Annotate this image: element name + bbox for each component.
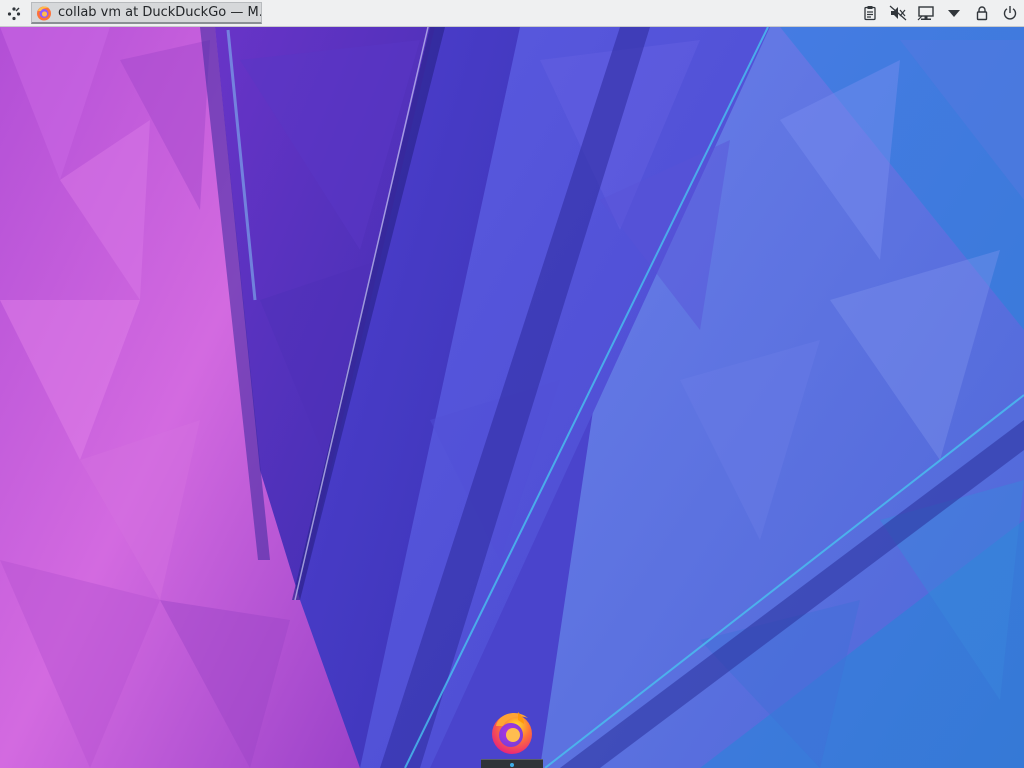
firefox-icon [37,6,51,20]
desktop: collab vm at DuckDuckGo — M... [0,0,1024,768]
tray-expand-icon[interactable] [940,0,968,26]
network-icon[interactable] [912,0,940,26]
desktop-wallpaper [0,0,1024,768]
application-launcher-icon[interactable] [0,0,28,26]
running-indicator-dot [510,763,514,767]
top-panel: collab vm at DuckDuckGo — M... [0,0,1024,27]
clipboard-icon[interactable] [856,0,884,26]
power-icon[interactable] [996,0,1024,26]
firefox-icon [492,712,532,754]
volume-muted-icon[interactable] [884,0,912,26]
dock-active-indicator [481,759,543,768]
taskbar-item-title: collab vm at DuckDuckGo — M... [58,5,261,20]
taskbar-item-firefox[interactable]: collab vm at DuckDuckGo — M... [31,2,262,24]
dock-item-firefox[interactable] [487,706,537,758]
system-tray [856,0,1024,26]
lock-screen-icon[interactable] [968,0,996,26]
